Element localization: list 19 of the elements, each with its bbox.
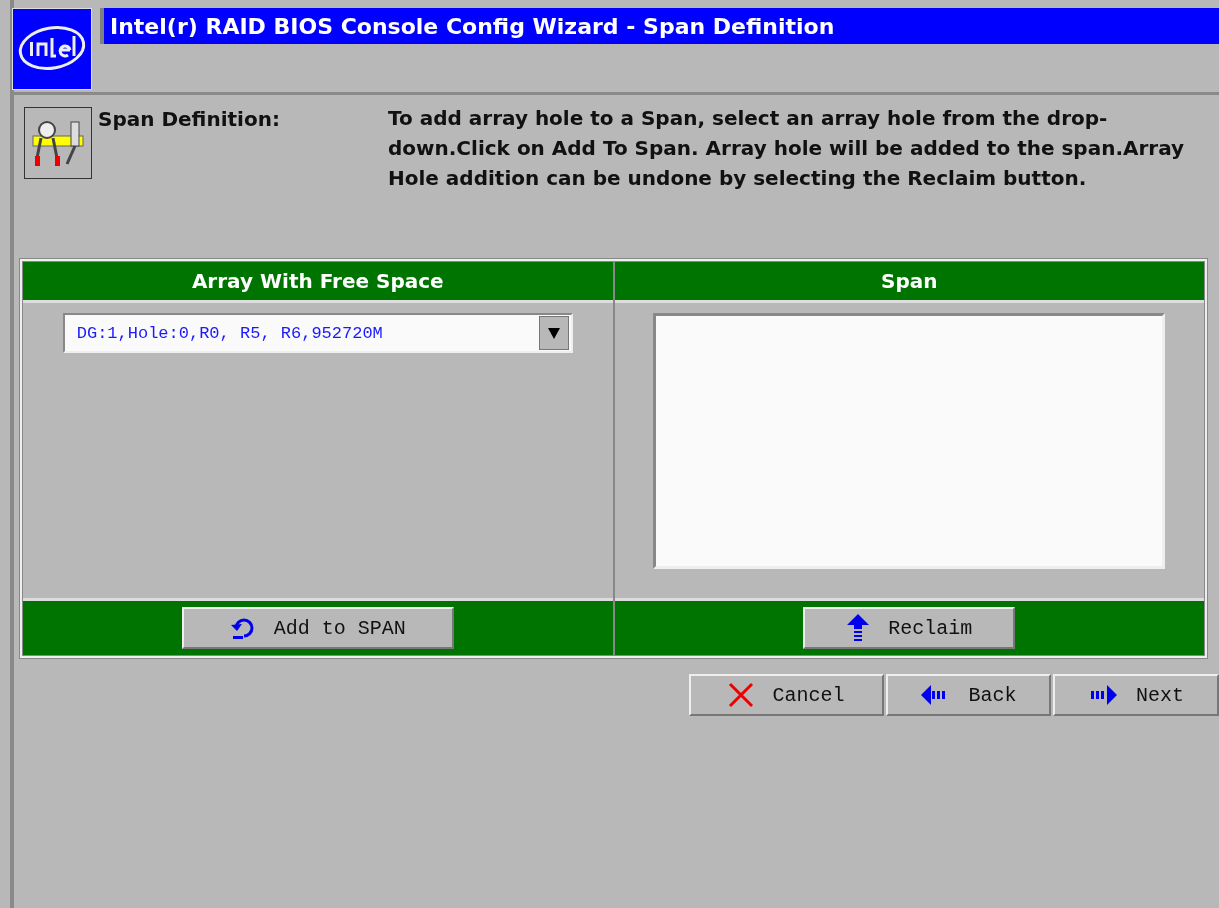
window-title: Intel(r) RAID BIOS Console Config Wizard - Span Definition [100, 8, 1219, 44]
up-arrow-icon [846, 613, 871, 643]
right-arrow-icon [1088, 684, 1118, 706]
cancel-button[interactable]: Cancel [689, 674, 884, 716]
span-list[interactable] [653, 313, 1166, 569]
column-header: Span [614, 262, 1204, 303]
logo-icon [12, 8, 92, 90]
instructions-text: To add array hole to a Span, select an array hole from the drop-down.Click on Add To Span. Array hole will be added to the span.Array Hole addition can be undone by selecting the Reclaim button. [388, 105, 1186, 192]
array-dropdown[interactable]: DG:1,Hole:0,R0, R5, R6,952720M [62, 313, 573, 353]
column-header: Array With Free Space [23, 262, 613, 303]
close-icon [728, 682, 755, 708]
undo-icon [229, 616, 256, 640]
section-label: Span Definition: [98, 107, 281, 133]
add-to-span-button[interactable]: Add to SPAN [181, 607, 454, 649]
next-button[interactable]: Next [1053, 674, 1219, 716]
tools-icon [24, 107, 92, 179]
caret-icon [546, 326, 561, 340]
reclaim-button[interactable]: Reclaim [803, 607, 1016, 649]
back-button[interactable]: Back [886, 674, 1051, 716]
